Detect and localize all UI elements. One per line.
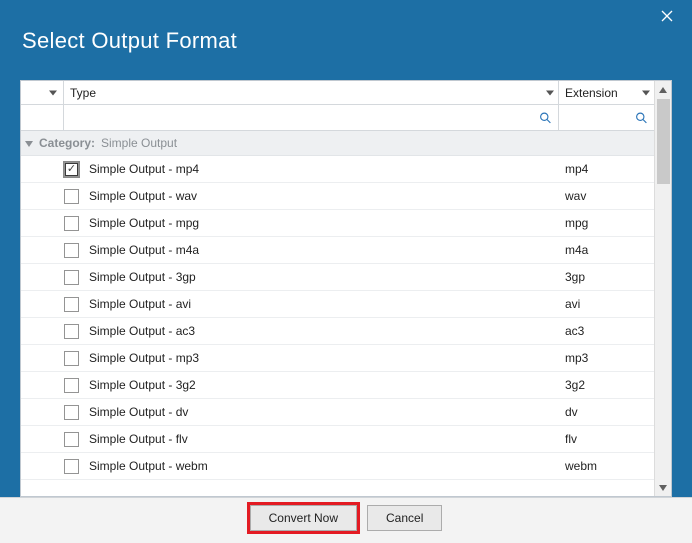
- table-row[interactable]: Simple Output - ac3ac3: [21, 318, 654, 345]
- format-table: Type Extension: [21, 81, 671, 496]
- table-row[interactable]: Simple Output - flvflv: [21, 426, 654, 453]
- search-icon[interactable]: [635, 111, 648, 124]
- row-checkbox-cell: [21, 378, 85, 393]
- row-checkbox-cell: [21, 162, 85, 177]
- collapse-icon: [25, 141, 33, 147]
- row-checkbox-cell: [21, 189, 85, 204]
- row-checkbox[interactable]: [64, 459, 79, 474]
- table-row[interactable]: Simple Output - 3g23g2: [21, 372, 654, 399]
- close-button[interactable]: [652, 6, 682, 30]
- row-ext-cell: mpg: [559, 216, 654, 230]
- table-row[interactable]: Simple Output - wavwav: [21, 183, 654, 210]
- scroll-up-button[interactable]: [655, 81, 671, 98]
- row-type-cell: Simple Output - mp4: [85, 162, 559, 176]
- table-row[interactable]: Simple Output - webmwebm: [21, 453, 654, 480]
- dialog-window: Select Output Format Type Extension: [0, 0, 692, 543]
- row-type-cell: Simple Output - mpg: [85, 216, 559, 230]
- row-type-cell: Simple Output - dv: [85, 405, 559, 419]
- row-checkbox[interactable]: [64, 378, 79, 393]
- row-type-cell: Simple Output - wav: [85, 189, 559, 203]
- filter-type-cell: [64, 105, 559, 130]
- row-ext-cell: mp3: [559, 351, 654, 365]
- row-type-cell: Simple Output - 3g2: [85, 378, 559, 392]
- header-extension-column[interactable]: Extension: [559, 81, 654, 104]
- row-ext-cell: dv: [559, 405, 654, 419]
- row-checkbox-cell: [21, 405, 85, 420]
- header-type-column[interactable]: Type: [64, 81, 559, 104]
- table-row[interactable]: Simple Output - 3gp3gp: [21, 264, 654, 291]
- table-header: Type Extension: [21, 81, 654, 105]
- search-icon[interactable]: [539, 111, 552, 124]
- table-row[interactable]: Simple Output - dvdv: [21, 399, 654, 426]
- row-type-cell: Simple Output - ac3: [85, 324, 559, 338]
- scroll-thumb[interactable]: [657, 99, 670, 184]
- cancel-button[interactable]: Cancel: [367, 505, 442, 531]
- filter-row: [21, 105, 654, 131]
- chevron-down-icon: [49, 90, 57, 95]
- row-type-cell: Simple Output - webm: [85, 459, 559, 473]
- row-checkbox[interactable]: [64, 243, 79, 258]
- row-type-cell: Simple Output - avi: [85, 297, 559, 311]
- content-area: Type Extension: [20, 80, 672, 497]
- filter-ext-cell: [559, 105, 654, 130]
- convert-now-button[interactable]: Convert Now: [250, 505, 357, 531]
- dialog-footer: Convert Now Cancel: [0, 497, 692, 543]
- dialog-title: Select Output Format: [22, 28, 237, 54]
- row-checkbox-cell: [21, 351, 85, 366]
- row-checkbox[interactable]: [64, 270, 79, 285]
- vertical-scrollbar[interactable]: [654, 81, 671, 496]
- row-ext-cell: avi: [559, 297, 654, 311]
- chevron-down-icon: [546, 90, 554, 95]
- row-type-cell: Simple Output - m4a: [85, 243, 559, 257]
- row-ext-cell: m4a: [559, 243, 654, 257]
- table-row[interactable]: Simple Output - mp4mp4: [21, 156, 654, 183]
- row-checkbox[interactable]: [64, 432, 79, 447]
- row-ext-cell: ac3: [559, 324, 654, 338]
- row-checkbox[interactable]: [64, 351, 79, 366]
- row-checkbox[interactable]: [64, 162, 79, 177]
- scroll-down-button[interactable]: [655, 479, 671, 496]
- row-type-cell: Simple Output - flv: [85, 432, 559, 446]
- filter-checkbox-cell: [21, 105, 64, 130]
- group-header[interactable]: Category: Simple Output: [21, 131, 654, 156]
- cancel-label: Cancel: [386, 511, 423, 525]
- row-checkbox-cell: [21, 459, 85, 474]
- row-checkbox[interactable]: [64, 297, 79, 312]
- row-checkbox[interactable]: [64, 324, 79, 339]
- row-ext-cell: wav: [559, 189, 654, 203]
- row-ext-cell: mp4: [559, 162, 654, 176]
- row-ext-cell: 3gp: [559, 270, 654, 284]
- convert-now-label: Convert Now: [269, 511, 338, 525]
- table-row[interactable]: Simple Output - mpgmpg: [21, 210, 654, 237]
- row-checkbox-cell: [21, 243, 85, 258]
- row-checkbox[interactable]: [64, 189, 79, 204]
- row-checkbox[interactable]: [64, 405, 79, 420]
- rows-container: Category: Simple Output Simple Output - …: [21, 131, 654, 496]
- row-type-cell: Simple Output - mp3: [85, 351, 559, 365]
- table-row[interactable]: Simple Output - mp3mp3: [21, 345, 654, 372]
- row-checkbox-cell: [21, 297, 85, 312]
- row-type-cell: Simple Output - 3gp: [85, 270, 559, 284]
- header-type-label: Type: [70, 86, 96, 100]
- title-bar: Select Output Format: [0, 0, 692, 72]
- row-ext-cell: webm: [559, 459, 654, 473]
- table-row[interactable]: Simple Output - m4am4a: [21, 237, 654, 264]
- group-value: Simple Output: [101, 136, 177, 150]
- row-checkbox-cell: [21, 216, 85, 231]
- header-checkbox-column[interactable]: [21, 81, 64, 104]
- chevron-down-icon: [642, 90, 650, 95]
- header-extension-label: Extension: [565, 86, 618, 100]
- row-ext-cell: flv: [559, 432, 654, 446]
- row-checkbox-cell: [21, 432, 85, 447]
- filter-type-input[interactable]: [70, 109, 552, 127]
- table-row[interactable]: Simple Output - aviavi: [21, 291, 654, 318]
- row-checkbox-cell: [21, 270, 85, 285]
- row-ext-cell: 3g2: [559, 378, 654, 392]
- close-icon: [661, 9, 673, 27]
- row-checkbox[interactable]: [64, 216, 79, 231]
- row-checkbox-cell: [21, 324, 85, 339]
- group-label: Category:: [39, 136, 95, 150]
